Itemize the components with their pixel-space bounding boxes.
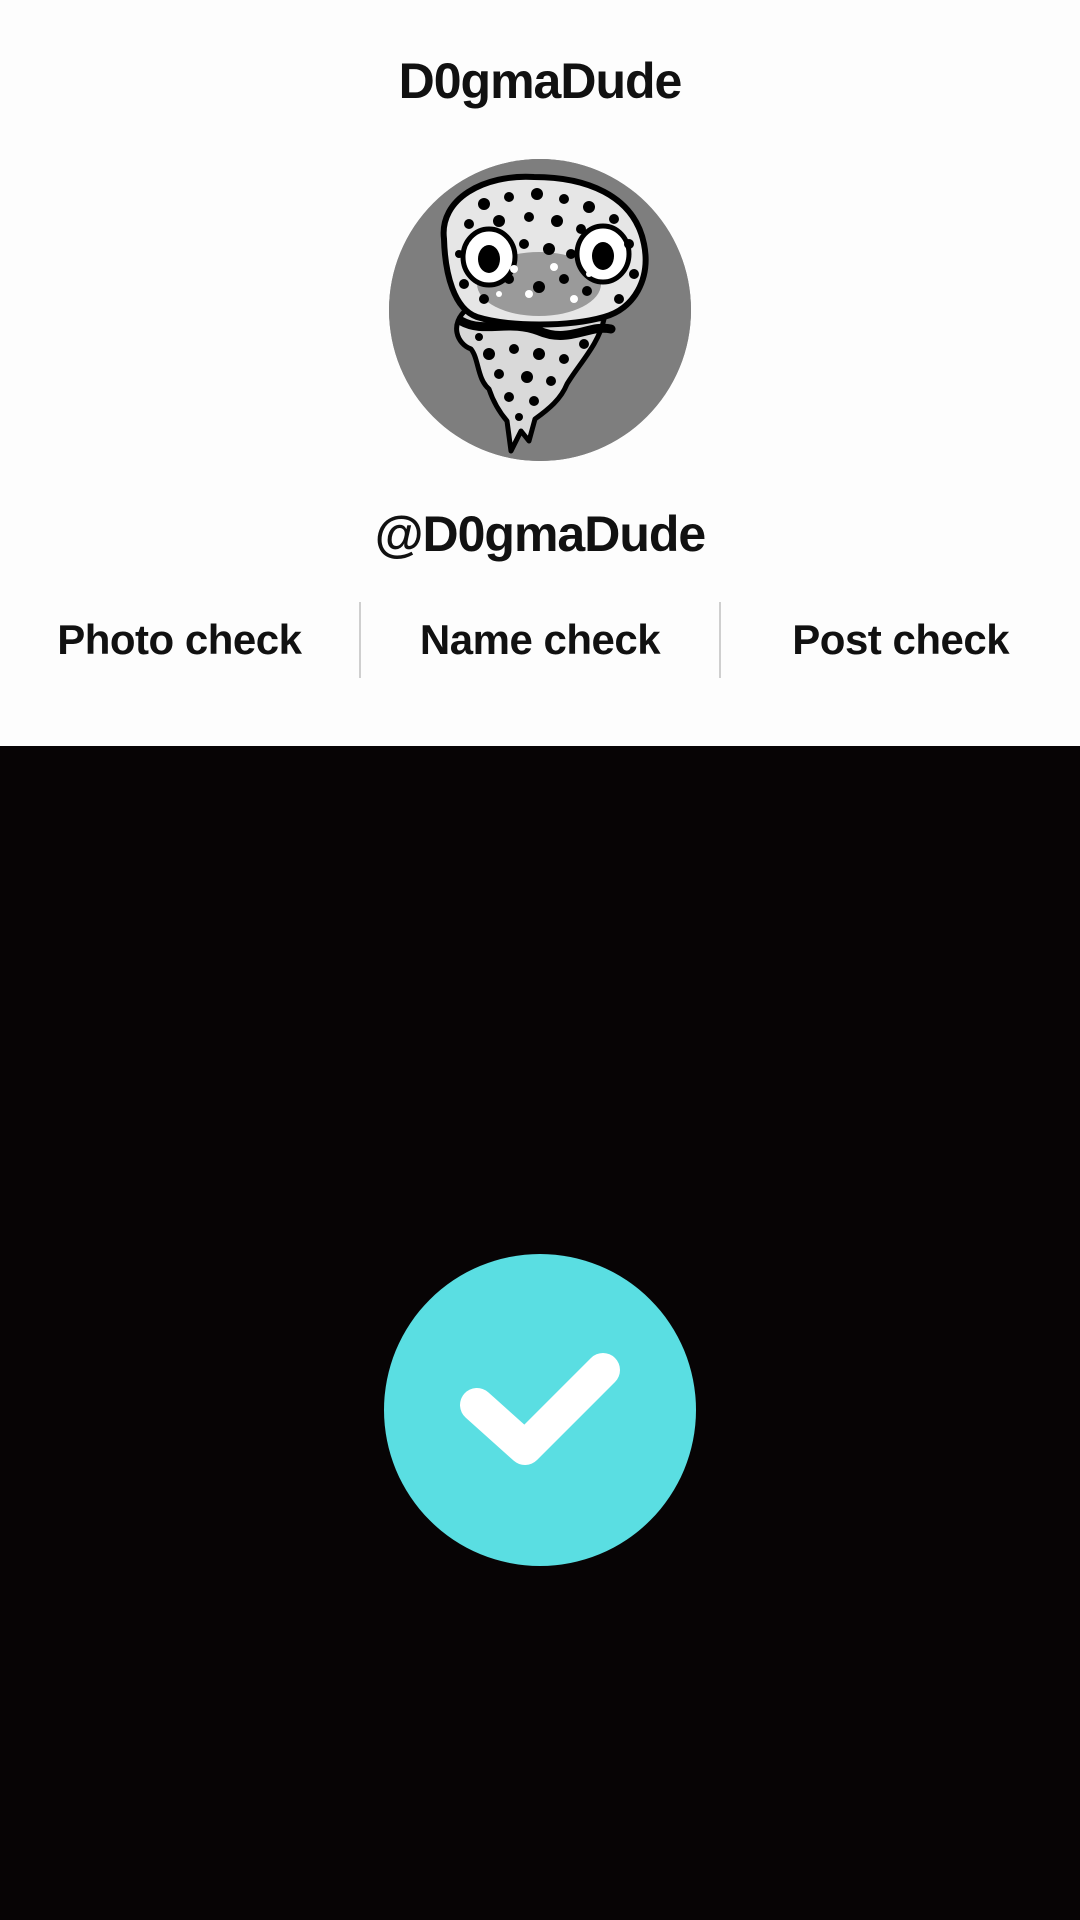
verified-badge bbox=[384, 1254, 696, 1566]
photo-check-tab[interactable]: Photo check bbox=[0, 602, 359, 678]
spotted-creature-avatar-icon bbox=[389, 159, 691, 461]
profile-header: D0gmaDude @D0gmaDude Photo check Name ch… bbox=[0, 0, 1080, 746]
checkmark-icon bbox=[460, 1353, 620, 1465]
post-check-tab[interactable]: Post check bbox=[721, 602, 1080, 678]
profile-check-screen: D0gmaDude @D0gmaDude Photo check Name ch… bbox=[0, 0, 1080, 1920]
display-name: D0gmaDude bbox=[398, 53, 683, 109]
avatar bbox=[389, 159, 691, 461]
check-tabs: Photo check Name check Post check bbox=[0, 602, 1080, 678]
name-check-tab[interactable]: Name check bbox=[361, 602, 720, 678]
username-handle: @D0gmaDude bbox=[374, 506, 706, 562]
